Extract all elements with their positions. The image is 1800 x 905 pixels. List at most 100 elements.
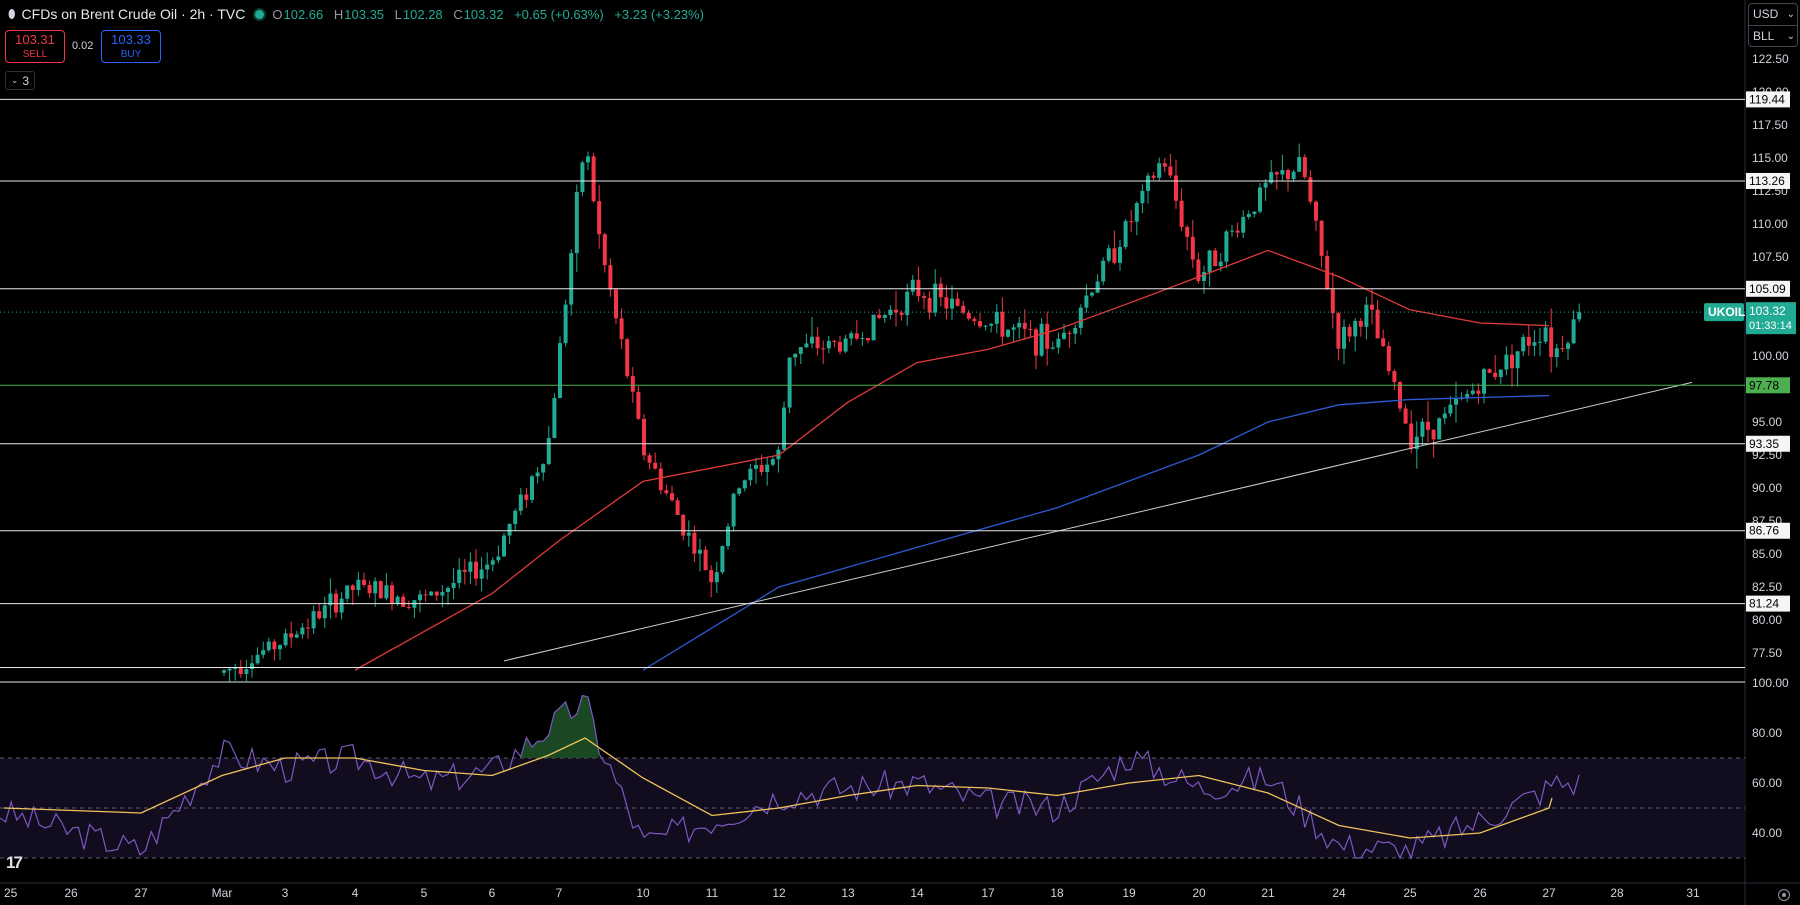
- candle-body: [1095, 281, 1100, 293]
- candle-body: [703, 549, 708, 571]
- candle-body: [1129, 221, 1134, 223]
- candle-body: [1151, 175, 1156, 178]
- candle-body: [1252, 211, 1257, 215]
- date-tick-label: 17: [981, 886, 995, 900]
- candle-body: [1034, 329, 1038, 356]
- symbol-title[interactable]: CFDs on Brent Crude Oil · 2h · TVC: [22, 6, 246, 22]
- candle-body: [1006, 329, 1010, 337]
- candle-body: [378, 581, 383, 599]
- candle-body: [1050, 347, 1055, 349]
- date-tick-label: 24: [1332, 886, 1346, 900]
- date-tick-label: 4: [352, 886, 359, 900]
- currency-select[interactable]: USD ⌄: [1749, 4, 1797, 25]
- candle-body: [1017, 322, 1022, 328]
- candle-body: [1045, 323, 1050, 349]
- candle-body: [1185, 226, 1190, 237]
- candle-body: [535, 472, 540, 477]
- candle-body: [401, 596, 406, 607]
- candle-body: [877, 314, 882, 318]
- candle-body: [1078, 307, 1083, 328]
- candle-body: [653, 462, 658, 469]
- candle-body: [1297, 157, 1302, 172]
- chevron-down-icon: ⌄: [1786, 9, 1795, 20]
- candle-body: [339, 598, 344, 613]
- candle-body: [698, 549, 702, 554]
- candle-body: [1274, 172, 1279, 175]
- price-chart[interactable]: 77.5080.0082.5085.0087.5090.0092.5095.00…: [0, 0, 1800, 905]
- candle-body: [737, 488, 742, 494]
- candle-body: [1577, 312, 1582, 320]
- candle-body: [227, 668, 232, 671]
- candle-body: [513, 510, 518, 524]
- price-tick-label: 80.00: [1752, 613, 1782, 627]
- candle-body: [395, 596, 400, 604]
- candle-body: [664, 490, 669, 494]
- candle-body: [1358, 320, 1363, 327]
- market-open-icon: [255, 9, 265, 19]
- sell-button[interactable]: 103.31 SELL: [5, 30, 65, 63]
- candle-body: [843, 338, 848, 352]
- candle-body: [261, 650, 266, 655]
- buy-button[interactable]: 103.33 BUY: [101, 30, 161, 63]
- price-tick-label: 107.50: [1752, 250, 1789, 264]
- candle-body: [1426, 421, 1430, 430]
- candle-body: [1286, 170, 1290, 180]
- candle-body: [950, 298, 954, 309]
- candle-body: [748, 468, 753, 481]
- candle-body: [507, 523, 512, 536]
- candle-body: [580, 162, 585, 193]
- level-price-label: 81.24: [1749, 597, 1779, 611]
- candle-body: [1386, 346, 1391, 372]
- candle-body: [860, 338, 865, 340]
- indicators-toggle-button[interactable]: ⌄ 3: [5, 71, 35, 90]
- candle-body: [1364, 304, 1369, 327]
- candle-body: [1470, 390, 1475, 394]
- candle-body: [362, 579, 366, 585]
- date-tick-label: 5: [421, 886, 428, 900]
- candle-body: [731, 493, 736, 527]
- candle-body: [608, 265, 613, 290]
- candle-body: [1241, 216, 1246, 233]
- date-tick-label: 25: [1403, 886, 1417, 900]
- price-tick-label: 85.00: [1752, 547, 1782, 561]
- candle-body: [1476, 390, 1481, 394]
- gear-icon[interactable]: [1778, 889, 1790, 901]
- candle-body: [742, 480, 747, 489]
- rsi-tick-label: 100.00: [1752, 676, 1789, 690]
- chevron-down-icon: ⌄: [1786, 31, 1795, 42]
- candle-body: [1560, 348, 1565, 350]
- candle-body: [272, 641, 277, 650]
- date-tick-label: Mar: [212, 886, 233, 900]
- candle-body: [1504, 354, 1509, 370]
- candle-body: [1566, 343, 1570, 349]
- candle-body: [966, 312, 971, 319]
- candle-body: [1291, 171, 1296, 180]
- candle-body: [614, 289, 618, 319]
- candle-body: [619, 318, 624, 340]
- candle-body: [490, 560, 495, 565]
- candle-body: [1437, 418, 1442, 440]
- unit-select[interactable]: BLL ⌄: [1749, 25, 1797, 47]
- candle-body: [574, 192, 579, 254]
- candle-body: [1118, 246, 1122, 263]
- candle-body: [910, 279, 915, 292]
- currency-unit-selector[interactable]: USD ⌄ BLL ⌄: [1748, 3, 1798, 47]
- candle-body: [787, 357, 792, 408]
- candle-body: [345, 585, 350, 599]
- level-price-label: 119.44: [1749, 92, 1785, 106]
- candle-body: [821, 348, 826, 350]
- candle-body: [798, 347, 803, 354]
- candle-body: [1342, 326, 1346, 349]
- candle-body: [1336, 313, 1341, 349]
- candle-body: [1403, 408, 1408, 424]
- price-tick-label: 117.50: [1752, 118, 1788, 132]
- date-tick-label: 7: [556, 886, 563, 900]
- candle-body: [692, 532, 697, 554]
- ohlc-values: O102.66 H103.35 L102.28 C103.32 +0.65 (+…: [272, 6, 704, 22]
- candle-body: [1510, 354, 1514, 369]
- candle-body: [854, 333, 859, 339]
- candle-body: [1370, 304, 1374, 310]
- candle-body: [597, 201, 602, 235]
- price-tick-label: 95.00: [1752, 415, 1782, 429]
- candle-body: [479, 569, 484, 579]
